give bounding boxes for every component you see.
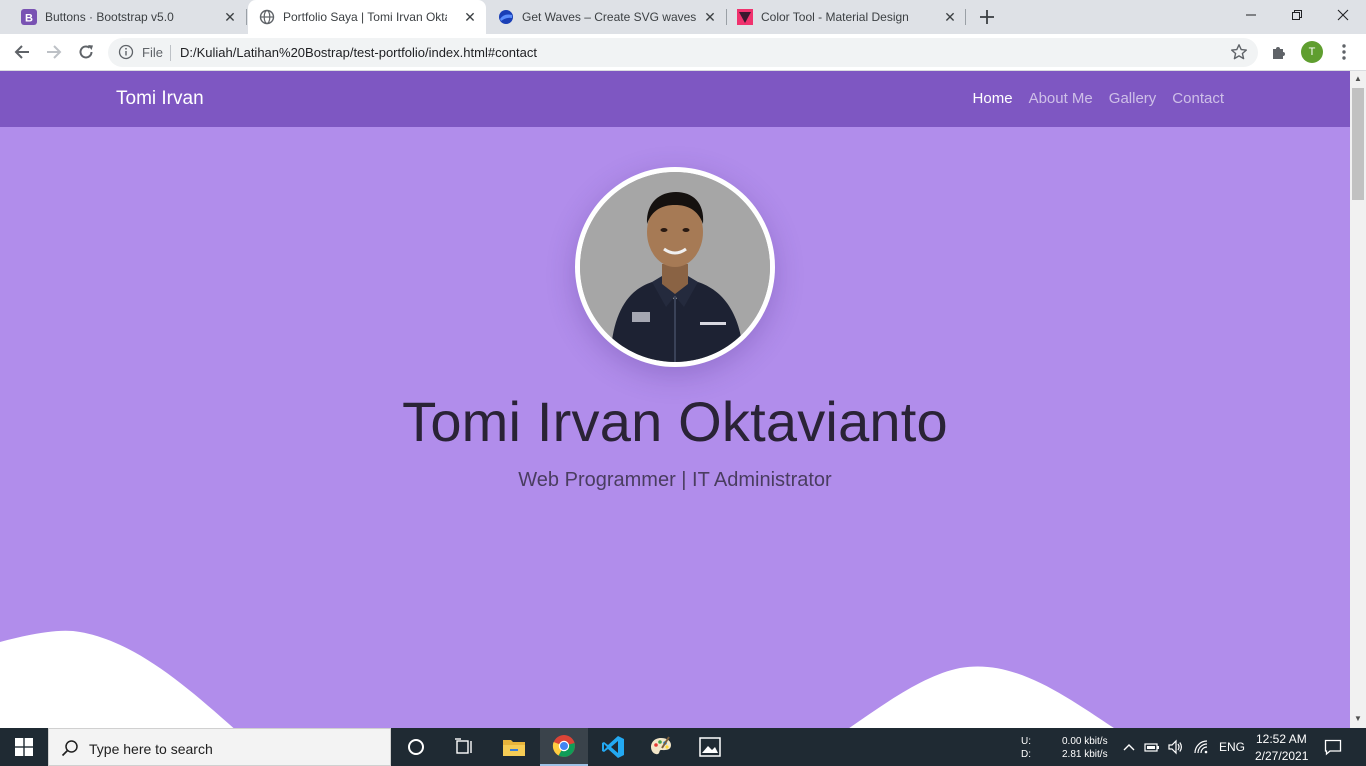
address-bar[interactable]: File D:/Kuliah/Latihan%20Bostrap/test-po… bbox=[108, 38, 1258, 67]
arrow-right-icon bbox=[47, 45, 62, 59]
volume-icon[interactable] bbox=[1167, 739, 1183, 755]
search-placeholder: Type here to search bbox=[89, 741, 213, 757]
hero-section: Tomi Irvan Oktavianto Web Programmer | I… bbox=[0, 127, 1350, 728]
close-window-button[interactable] bbox=[1320, 0, 1366, 30]
photos-taskbar-button[interactable] bbox=[686, 728, 734, 766]
back-button[interactable] bbox=[10, 40, 34, 64]
chevron-up-icon[interactable] bbox=[1121, 739, 1137, 755]
arrow-left-icon bbox=[14, 45, 29, 59]
site-nav-links: Home About Me Gallery Contact bbox=[973, 90, 1224, 107]
wifi-icon[interactable] bbox=[1193, 739, 1209, 755]
net-download-speed: 2.81 kbit/s bbox=[1062, 749, 1108, 760]
chrome-taskbar-button[interactable] bbox=[540, 728, 588, 766]
search-icon bbox=[61, 740, 78, 757]
getwaves-icon bbox=[499, 10, 513, 24]
tab-divider bbox=[965, 9, 966, 25]
windows-logo-icon bbox=[15, 738, 33, 756]
clock-time[interactable]: 12:52 AM bbox=[1256, 732, 1307, 746]
tab-divider bbox=[726, 9, 727, 25]
reload-icon bbox=[79, 45, 93, 59]
tab-color-tool[interactable]: Color Tool - Material Design ✕ bbox=[728, 0, 966, 34]
photos-icon bbox=[699, 737, 721, 757]
hero-role-subtitle: Web Programmer | IT Administrator bbox=[518, 469, 832, 491]
close-icon[interactable]: ✕ bbox=[942, 9, 958, 25]
page-scrollbar[interactable]: ▲ ▼ bbox=[1350, 71, 1366, 728]
taskbar-search[interactable]: Type here to search bbox=[48, 728, 391, 766]
cortana-circle-icon bbox=[408, 739, 424, 755]
profile-photo bbox=[580, 172, 770, 362]
tab-title: Get Waves – Create SVG waves for your ne… bbox=[522, 10, 696, 24]
language-indicator[interactable]: ENG bbox=[1219, 740, 1245, 754]
clock-date[interactable]: 2/27/2021 bbox=[1255, 749, 1308, 763]
tab-divider bbox=[246, 9, 247, 25]
svg-text:B: B bbox=[25, 13, 33, 25]
forward-button[interactable] bbox=[42, 40, 66, 64]
material-icon bbox=[737, 9, 753, 25]
wave-divider bbox=[0, 630, 1114, 728]
omnibox-divider bbox=[170, 45, 171, 61]
hero-name-heading: Tomi Irvan Oktavianto bbox=[402, 390, 948, 453]
site-navbar: Tomi Irvan Home About Me Gallery Contact bbox=[0, 71, 1350, 127]
minimize-button[interactable] bbox=[1228, 0, 1274, 30]
windows-taskbar: Type here to search U: D: 0.00 kbit/s 2.… bbox=[0, 728, 1366, 766]
nav-link-contact[interactable]: Contact bbox=[1172, 90, 1224, 107]
new-tab-button[interactable] bbox=[976, 6, 998, 28]
info-icon[interactable] bbox=[118, 44, 134, 60]
task-view-icon bbox=[455, 738, 472, 754]
plus-icon bbox=[980, 10, 994, 24]
extensions-puzzle-icon[interactable] bbox=[1270, 43, 1288, 61]
site-brand[interactable]: Tomi Irvan bbox=[116, 88, 204, 110]
more-vertical-icon[interactable] bbox=[1336, 42, 1352, 62]
minimize-icon bbox=[1246, 14, 1256, 16]
close-icon bbox=[1337, 9, 1349, 21]
tab-title: Color Tool - Material Design bbox=[761, 10, 909, 24]
url-text[interactable]: D:/Kuliah/Latihan%20Bostrap/test-portfol… bbox=[180, 45, 537, 60]
tab-get-waves[interactable]: Get Waves – Create SVG waves for your ne… bbox=[488, 0, 726, 34]
start-button[interactable] bbox=[0, 728, 48, 766]
scrollbar-thumb[interactable] bbox=[1352, 88, 1364, 200]
task-view-button[interactable] bbox=[440, 728, 488, 766]
reload-button[interactable] bbox=[74, 40, 98, 64]
close-icon[interactable]: ✕ bbox=[702, 9, 718, 25]
net-upload-label: U: bbox=[1021, 736, 1031, 747]
globe-icon bbox=[259, 9, 275, 25]
file-explorer-taskbar-button[interactable] bbox=[490, 728, 538, 766]
nav-link-gallery[interactable]: Gallery bbox=[1109, 90, 1157, 107]
person-photo-illustration bbox=[580, 172, 770, 362]
tab-portfolio[interactable]: Portfolio Saya | Tomi Irvan Oktavianto ✕ bbox=[248, 0, 486, 34]
tab-title: Buttons · Bootstrap v5.0 bbox=[45, 10, 174, 24]
profile-avatar[interactable]: T bbox=[1301, 41, 1323, 63]
vscode-taskbar-button[interactable] bbox=[589, 728, 637, 766]
net-download-label: D: bbox=[1021, 749, 1031, 760]
chrome-icon bbox=[552, 735, 575, 757]
close-icon[interactable]: ✕ bbox=[222, 9, 238, 25]
browser-tab-strip: B Buttons · Bootstrap v5.0 ✕ Portfolio S… bbox=[0, 0, 1366, 34]
restore-icon bbox=[1292, 10, 1302, 20]
profile-photo-frame bbox=[575, 167, 775, 367]
tab-title: Portfolio Saya | Tomi Irvan Oktavianto bbox=[283, 10, 447, 24]
scroll-up-arrow-icon[interactable]: ▲ bbox=[1354, 75, 1362, 83]
folder-icon bbox=[503, 740, 525, 756]
net-upload-speed: 0.00 kbit/s bbox=[1062, 736, 1108, 747]
bookmark-star-icon[interactable] bbox=[1230, 43, 1248, 61]
bootstrap-icon: B bbox=[21, 9, 37, 25]
scheme-label: File bbox=[142, 45, 163, 60]
restore-button[interactable] bbox=[1274, 0, 1320, 30]
scroll-down-arrow-icon[interactable]: ▼ bbox=[1354, 715, 1362, 723]
page-viewport: Tomi Irvan Home About Me Gallery Contact bbox=[0, 71, 1350, 728]
browser-toolbar: File D:/Kuliah/Latihan%20Bostrap/test-po… bbox=[0, 34, 1366, 71]
nav-link-about-me[interactable]: About Me bbox=[1029, 90, 1093, 107]
close-icon[interactable]: ✕ bbox=[462, 9, 478, 25]
vscode-icon bbox=[602, 736, 624, 758]
nav-link-home[interactable]: Home bbox=[973, 90, 1013, 107]
paint-palette-icon bbox=[651, 736, 671, 755]
cortana-button[interactable] bbox=[392, 728, 440, 766]
notification-center-icon[interactable] bbox=[1324, 738, 1342, 756]
battery-icon[interactable] bbox=[1144, 739, 1160, 755]
tab-bootstrap-buttons[interactable]: B Buttons · Bootstrap v5.0 ✕ bbox=[12, 0, 246, 34]
paint-taskbar-button[interactable] bbox=[637, 728, 685, 766]
